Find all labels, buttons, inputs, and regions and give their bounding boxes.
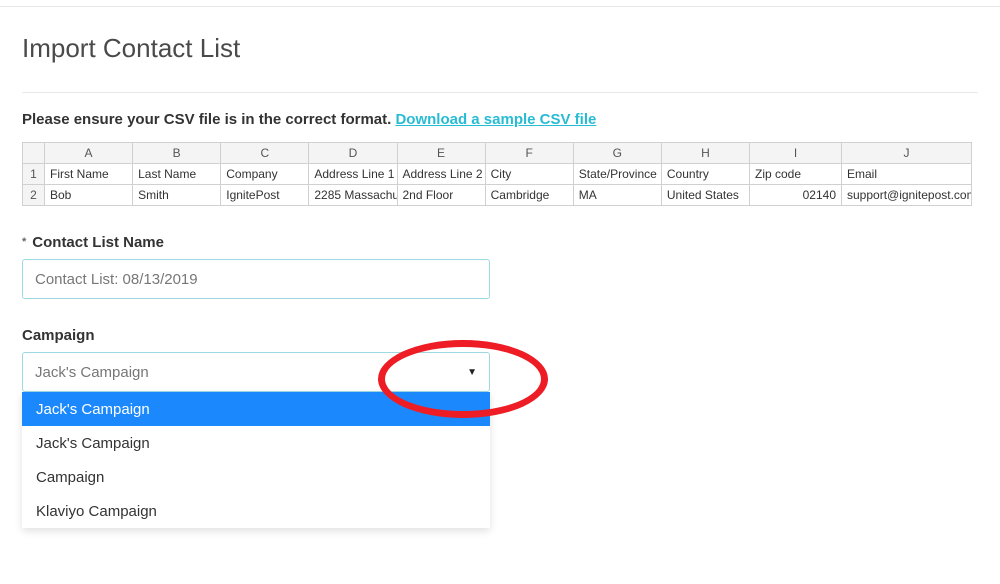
- campaign-option-2[interactable]: Campaign: [22, 460, 490, 494]
- sheet-row-2: 2 Bob Smith IgnitePost 2285 Massachus 2n…: [23, 185, 972, 206]
- campaign-option-1[interactable]: Jack's Campaign: [22, 426, 490, 460]
- header-addr1: Address Line 1: [309, 164, 397, 185]
- cell-email: support@ignitepost.com: [842, 185, 972, 206]
- cell-company: IgnitePost: [221, 185, 309, 206]
- header-zip: Zip code: [750, 164, 842, 185]
- header-firstname: First Name: [45, 164, 133, 185]
- sheet-row-1: 1 First Name Last Name Company Address L…: [23, 164, 972, 185]
- rowhead-2: 2: [23, 185, 45, 206]
- cell-city: Cambridge: [485, 185, 573, 206]
- contact-list-name-input[interactable]: [22, 259, 490, 299]
- contact-list-label: Contact List Name: [22, 234, 978, 251]
- col-E: E: [397, 143, 485, 164]
- col-F: F: [485, 143, 573, 164]
- csv-preview-table: A B C D E F G H I J 1 First Name Last Na…: [22, 142, 972, 206]
- cell-lastname: Smith: [133, 185, 221, 206]
- cell-addr1: 2285 Massachus: [309, 185, 397, 206]
- campaign-options-list: Jack's Campaign Jack's Campaign Campaign…: [22, 392, 490, 528]
- col-G: G: [573, 143, 661, 164]
- campaign-select-wrap: Jack's Campaign ▼ Jack's Campaign Jack's…: [22, 352, 490, 392]
- col-B: B: [133, 143, 221, 164]
- page-title: Import Contact List: [22, 33, 978, 64]
- campaign-selected-text: Jack's Campaign: [35, 364, 149, 381]
- divider-mid: [22, 92, 978, 93]
- rowhead-1: 1: [23, 164, 45, 185]
- col-C: C: [221, 143, 309, 164]
- col-J: J: [842, 143, 972, 164]
- col-D: D: [309, 143, 397, 164]
- sheet-corner: [23, 143, 45, 164]
- cell-zip: 02140: [750, 185, 842, 206]
- download-sample-link[interactable]: Download a sample CSV file: [395, 111, 596, 128]
- header-country: Country: [661, 164, 749, 185]
- instruction-prefix: Please ensure your CSV file is in the co…: [22, 111, 391, 128]
- header-email: Email: [842, 164, 972, 185]
- campaign-option-3[interactable]: Klaviyo Campaign: [22, 494, 490, 528]
- campaign-select[interactable]: Jack's Campaign ▼: [22, 352, 490, 392]
- campaign-option-0[interactable]: Jack's Campaign: [22, 392, 490, 426]
- header-state: State/Province: [573, 164, 661, 185]
- instruction-text: Please ensure your CSV file is in the co…: [22, 111, 978, 128]
- chevron-down-icon: ▼: [467, 367, 477, 378]
- header-city: City: [485, 164, 573, 185]
- cell-addr2: 2nd Floor: [397, 185, 485, 206]
- divider-top: [0, 6, 1000, 7]
- header-company: Company: [221, 164, 309, 185]
- campaign-label: Campaign: [22, 327, 978, 344]
- col-A: A: [45, 143, 133, 164]
- sheet-col-headers: A B C D E F G H I J: [23, 143, 972, 164]
- col-H: H: [661, 143, 749, 164]
- header-lastname: Last Name: [133, 164, 221, 185]
- cell-country: United States: [661, 185, 749, 206]
- cell-firstname: Bob: [45, 185, 133, 206]
- header-addr2: Address Line 2: [397, 164, 485, 185]
- col-I: I: [750, 143, 842, 164]
- cell-state: MA: [573, 185, 661, 206]
